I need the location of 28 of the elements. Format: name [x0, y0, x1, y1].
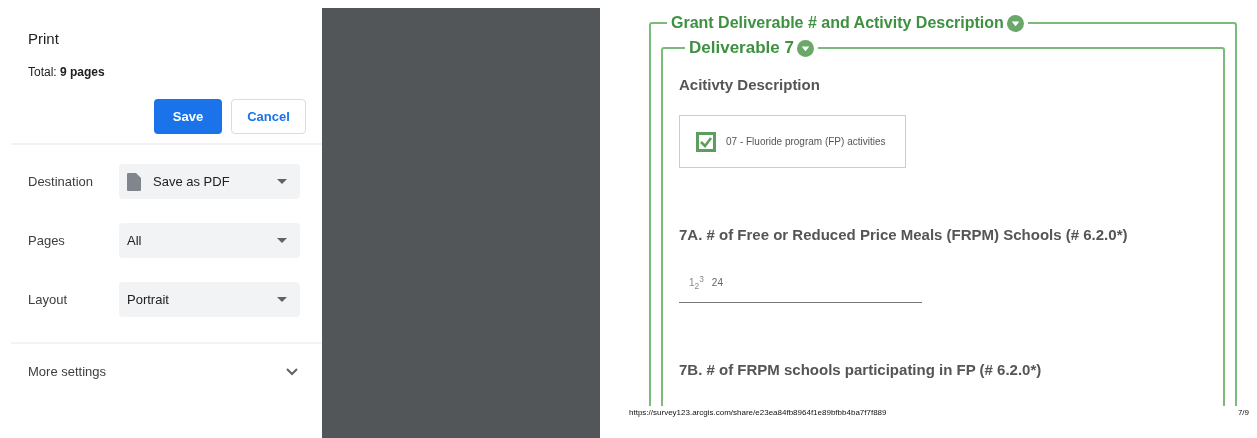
page-total: Total: 9 pages [28, 65, 106, 79]
setting-label: Pages [28, 233, 66, 248]
setting-dropdown[interactable]: Save as PDF [119, 164, 300, 199]
question-label: 7B. # of FRPM schools participating in FP (# 6.2.0*) [679, 361, 1043, 378]
setting-label: Destination [28, 174, 95, 189]
collapse-icon[interactable] [796, 39, 814, 57]
caret-icon [277, 179, 287, 184]
dialog-title: Print [28, 30, 60, 49]
setting-dropdown[interactable]: All [119, 223, 300, 258]
question-label: Acitivty Description [679, 76, 821, 93]
group-title[interactable]: Deliverable 7 [685, 38, 818, 58]
choice-option[interactable]: 07 - Fluoride program (FP) activities [679, 115, 906, 168]
setting-label: Layout [28, 292, 69, 307]
caret-icon [277, 297, 287, 302]
number-field[interactable]: 1$_{2}$$^{3}$ 24 [679, 263, 922, 303]
chevron-icon[interactable] [286, 367, 298, 376]
question-label: 7A. # of Free or Reduced Price Meals (FRPM) Schools (# 6.2.0*) [679, 226, 1129, 243]
more-settings-toggle[interactable]: More settings [28, 364, 107, 379]
document-icon [127, 172, 141, 191]
group-title[interactable]: Grant Deliverable # and Activity Description [667, 14, 1028, 32]
collapse-icon[interactable] [1006, 14, 1024, 32]
caret-icon [277, 238, 287, 243]
page-url: https://survey123.arcgis.com/share/e23ea84fb8964f1e89bfbb4ba7f7f889 [629, 408, 887, 417]
save-button[interactable]: Save [154, 99, 222, 134]
page-number: 7/9 [1237, 408, 1249, 417]
cancel-button[interactable]: Cancel [231, 99, 306, 134]
checkbox[interactable] [696, 131, 716, 152]
setting-dropdown[interactable]: Portrait [119, 282, 300, 317]
